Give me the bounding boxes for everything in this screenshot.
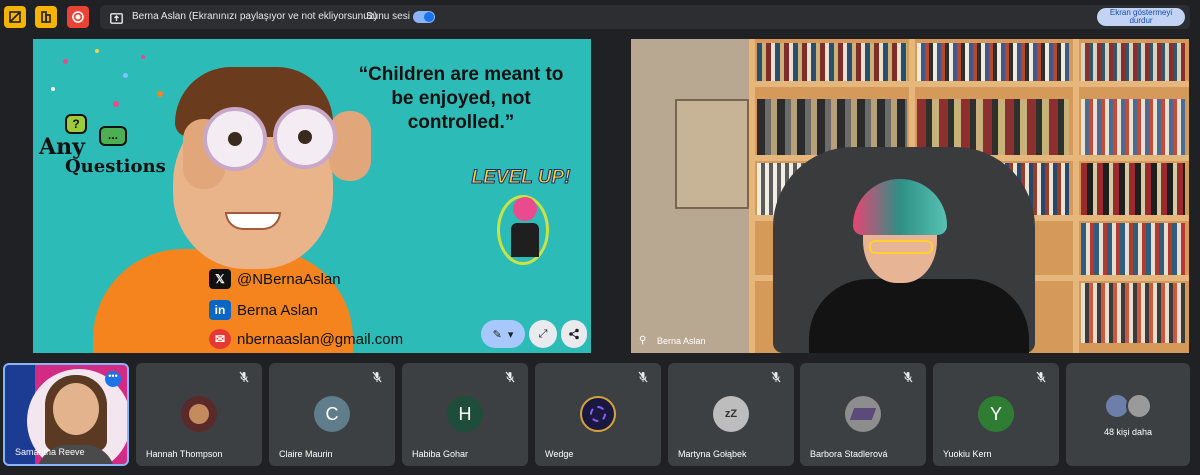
avatar-stack-2 [1126,393,1152,419]
confetti-dot [141,55,145,59]
level-up-graphic: LEVEL UP! [467,167,575,267]
meet-window: Berna Aslan (Ekranınızı paylaşıyor ve no… [0,0,1200,475]
books-row [1081,99,1185,155]
record-icon[interactable] [67,6,89,28]
avatar: H [447,396,483,432]
wall-poster [675,99,749,209]
slide-quote: “Children are meant to be enjoyed, not c… [358,64,564,133]
confetti-dot [123,73,128,78]
present-screen-icon [110,11,123,29]
mail-icon: ✉ [209,329,231,349]
books-row [1081,223,1185,275]
presentation-audio-toggle[interactable] [413,11,435,23]
mic-off-icon [638,371,648,383]
mic-off-icon [239,371,249,383]
notes-icon[interactable] [4,6,26,28]
email-address: nbernaaslan@gmail.com [237,330,404,348]
screen-share-banner: Berna Aslan (Ekranınızı paylaşıyor ve no… [100,5,1190,29]
presenter-glasses [869,240,933,254]
participant-tile[interactable]: Barbora Stadlerová [800,363,926,466]
participant-name: Wedge [545,449,574,459]
social-linkedin: in Berna Aslan [209,300,318,320]
chevron-down-icon: ▾ [507,328,514,341]
confetti-dot [51,87,55,91]
mic-off-icon [903,371,913,383]
books-row [1081,43,1185,81]
more-options-icon[interactable]: ••• [105,371,121,387]
social-twitter: 𝕏 @NBernaAslan [209,269,341,289]
social-email: ✉ nbernaaslan@gmail.com [209,329,403,349]
more-participants-tile[interactable]: 48 kişi daha [1066,363,1190,466]
books-row [1081,283,1185,343]
expand-icon: ⤢ [538,327,548,340]
books-row [757,43,907,81]
avatar-logo [590,406,606,422]
avatar-photo [189,404,209,424]
document-icon[interactable] [35,6,57,28]
participant-tile[interactable]: zZ Martyna Gołąbek [668,363,794,466]
question-bubble: ? [65,114,87,134]
mic-off-icon [1036,371,1046,383]
presentation-slide: “Children are meant to be enjoyed, not c… [33,39,591,353]
bitmoji-body [511,223,539,257]
share-icon [569,328,579,340]
participant-name: Yuokiu Kern [943,449,992,459]
books-row [1081,163,1185,215]
confetti-dot [63,59,68,64]
stop-presenting-label-line2: durdur [1129,16,1153,25]
self-face [53,383,99,435]
mic-off-icon [771,371,781,383]
share-slide-button[interactable] [561,320,587,348]
confetti-dot [113,101,119,107]
presenter-body [809,279,1029,353]
presenter-camera-tile[interactable]: ⚲ Berna Aslan [631,39,1189,353]
pin-icon[interactable]: ⚲ [639,335,646,346]
presenter-name: Berna Aslan [657,336,706,346]
questions-text: Questions [65,156,166,177]
participant-name: Claire Maurin [279,449,333,459]
participant-tile[interactable]: Wedge [535,363,661,466]
donut-right [273,105,337,169]
participant-tile[interactable]: H Habiba Gohar [402,363,528,466]
avatar: zZ [713,396,749,432]
participant-tile-self[interactable]: ••• Samantha Reeve [3,363,129,466]
stop-presenting-button[interactable]: Ekran göstermeyi durdur [1097,8,1185,26]
participant-name: Barbora Stadlerová [810,449,888,459]
linkedin-name: Berna Aslan [237,301,318,319]
mic-off-icon [505,371,515,383]
avatar [845,396,881,432]
avatar: C [314,396,350,432]
participant-tile[interactable]: C Claire Maurin [269,363,395,466]
bitmoji-head [513,197,537,221]
participant-tile[interactable]: Y Yuokiu Kern [933,363,1059,466]
share-status-text: Berna Aslan (Ekranınızı paylaşıyor ve no… [132,11,378,22]
linkedin-icon: in [209,300,231,320]
toggle-knob [424,12,434,22]
avatar: Y [978,396,1014,432]
confetti-dot [95,49,99,53]
mic-off-icon [372,371,382,383]
confetti-dot [157,91,163,97]
level-up-text: LEVEL UP! [471,167,571,189]
top-bar: Berna Aslan (Ekranınızı paylaşıyor ve no… [0,0,1200,36]
participant-name: Hannah Thompson [146,449,223,459]
avatar [181,396,217,432]
pen-icon: ✎ [492,328,502,341]
annotate-pen-button[interactable]: ✎ ▾ [481,320,525,348]
dots-bubble: ... [99,126,127,146]
participant-tile[interactable]: Hannah Thompson [136,363,262,466]
shelf-row [749,81,1189,87]
participant-name: Habiba Gohar [412,449,469,459]
participant-name: Samantha Reeve [15,447,85,457]
books-row [917,43,1069,81]
avatar-photo [849,408,877,420]
participant-name: Martyna Gołąbek [678,449,747,459]
twitter-handle: @NBernaAslan [237,270,341,288]
avatar [580,396,616,432]
expand-button[interactable]: ⤢ [529,320,557,348]
presentation-audio-label: Sunu sesi [366,11,410,22]
more-participants-count: 48 kişi daha [1103,427,1153,437]
donut-left [203,107,267,171]
x-logo-icon: 𝕏 [209,269,231,289]
